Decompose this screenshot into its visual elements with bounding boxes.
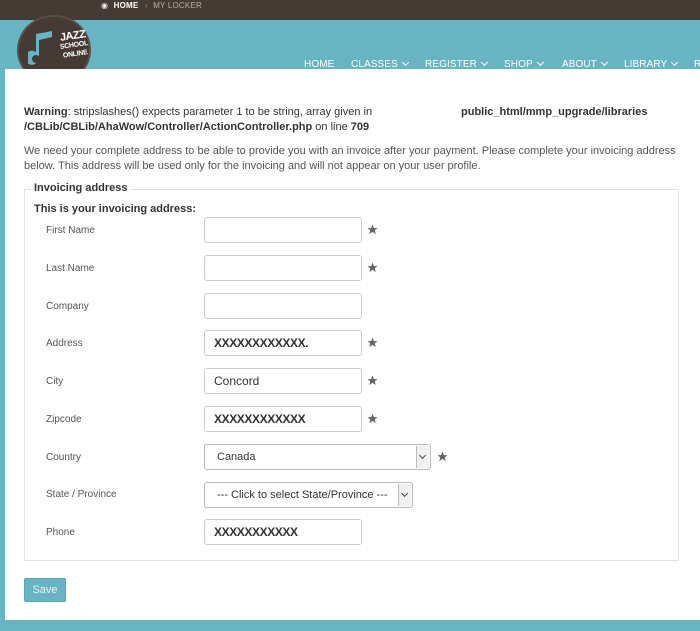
- zipcode-field[interactable]: [204, 406, 362, 432]
- breadcrumb-current[interactable]: MY LOCKER: [153, 1, 202, 10]
- state-label: State / Province: [46, 489, 117, 500]
- company-field[interactable]: [204, 293, 362, 319]
- chevron-down-icon: [671, 58, 679, 67]
- top-bar: ◉ HOME › MY LOCKER: [0, 0, 700, 20]
- zipcode-label: Zipcode: [46, 414, 82, 425]
- star-icon: [367, 375, 378, 386]
- address-field[interactable]: [204, 330, 362, 356]
- breadcrumb-separator-icon: ›: [144, 1, 148, 10]
- warning-file: /CBLib/CBLib/AhaWow/Controller/ActionCon…: [24, 121, 313, 133]
- breadcrumb: ◉ HOME › MY LOCKER: [101, 0, 202, 12]
- company-label: Company: [46, 301, 89, 312]
- state-select[interactable]: --- Click to select State/Province ---: [204, 482, 413, 508]
- warning-text: : stripslashes() expects parameter 1 to …: [67, 106, 373, 118]
- warning-label: Warning: [24, 106, 68, 118]
- breadcrumb-home[interactable]: HOME: [114, 1, 139, 10]
- bottom-band: [0, 620, 700, 631]
- warning-path: public_html/mmp_upgrade/libraries: [461, 106, 648, 118]
- country-select[interactable]: Canada: [204, 444, 431, 470]
- logo-wordmark: JAZZ SCHOOL ONLINE: [54, 28, 93, 62]
- country-select-value: Canada: [217, 451, 256, 463]
- last-name-field[interactable]: [204, 255, 362, 281]
- fieldset-legend: Invoicing address: [34, 182, 131, 194]
- first-name-label: First Name: [46, 225, 95, 236]
- city-label: City: [46, 376, 64, 387]
- first-name-field[interactable]: [204, 217, 362, 243]
- warning-on-line: on line: [312, 121, 351, 133]
- chevron-down-icon: [480, 58, 488, 67]
- last-name-label: Last Name: [46, 263, 95, 274]
- address-label: Address: [46, 338, 83, 349]
- star-icon: [367, 337, 378, 348]
- star-icon: [367, 224, 378, 235]
- pin-icon: ◉: [101, 1, 109, 10]
- city-field[interactable]: [204, 368, 362, 394]
- php-warning: Warning: stripslashes() expects paramete…: [24, 105, 684, 135]
- chevron-down-icon: [401, 58, 409, 67]
- intro-text: We need your complete address to be able…: [24, 145, 676, 172]
- save-button[interactable]: Save: [24, 578, 66, 602]
- phone-field[interactable]: [204, 519, 362, 545]
- form-subheading: This is your invoicing address:: [34, 203, 196, 215]
- country-label: Country: [46, 452, 82, 463]
- chevron-down-icon[interactable]: [416, 446, 429, 468]
- warning-line-number: 709: [350, 121, 370, 133]
- phone-label: Phone: [46, 527, 75, 538]
- chevron-down-icon[interactable]: [398, 484, 411, 506]
- chevron-down-icon: [536, 58, 544, 67]
- chevron-down-icon: [600, 58, 608, 67]
- star-icon: [437, 451, 448, 462]
- state-select-value: --- Click to select State/Province ---: [217, 489, 388, 501]
- star-icon: [367, 262, 378, 273]
- star-icon: [367, 413, 378, 424]
- nav-band: JAZZ SCHOOL ONLINE HOME CLASSES REGISTER…: [0, 15, 700, 85]
